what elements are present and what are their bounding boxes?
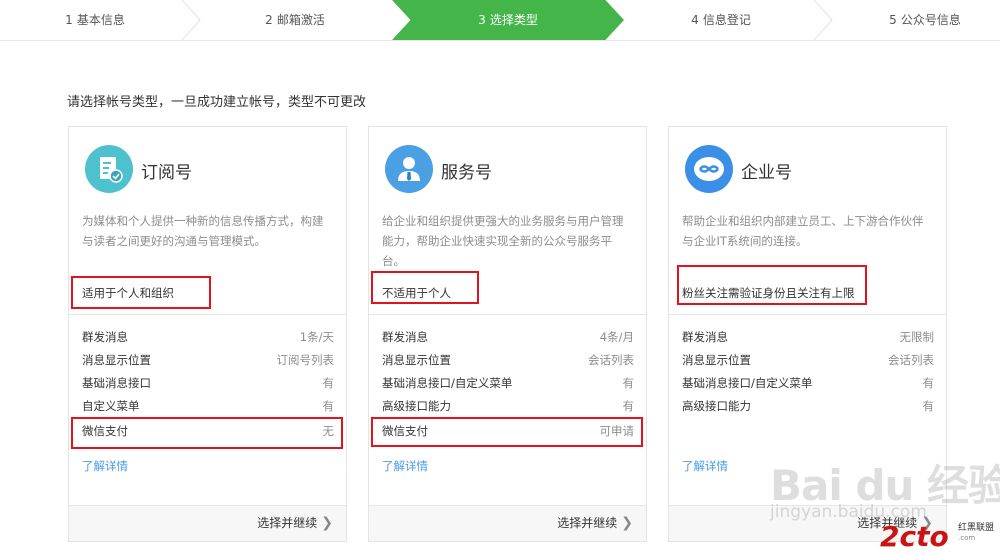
- divider: [69, 314, 346, 315]
- feature-value: 订阅号列表: [276, 353, 335, 367]
- account-type-card-subscription: 订阅号 为媒体和个人提供一种新的信息传播方式，构建与读者之间更好的沟通与管理模式…: [68, 126, 347, 542]
- feature-name: 基础消息接口/自定义菜单: [382, 376, 513, 390]
- account-type-card-service: 服务号 给企业和组织提供更强大的业务服务与用户管理能力，帮助企业快速实现全新的公…: [368, 126, 647, 542]
- step-4-label: 信息登记: [702, 13, 751, 27]
- feature-row: 群发消息 无限制: [682, 329, 934, 349]
- step-2-label: 邮箱激活: [276, 13, 325, 27]
- feature-row: 群发消息 4条/月: [382, 329, 634, 349]
- step-bar: 1 基本信息 2 邮箱激活 3 选择类型 4 信息登记 5 公众号信息: [0, 0, 1000, 41]
- feature-row: 基础消息接口 有: [82, 375, 334, 395]
- step-3-active: 3 选择类型: [392, 0, 624, 40]
- card-description: 为媒体和个人提供一种新的信息传播方式，构建与读者之间更好的沟通与管理模式。: [82, 214, 324, 248]
- instruction-text: 请选择帐号类型，一旦成功建立帐号，类型不可更改: [67, 95, 367, 110]
- feature-value: 有: [322, 376, 335, 390]
- feature-name: 群发消息: [682, 330, 728, 344]
- step-2-num: 2: [265, 13, 273, 27]
- step-4-num: 4: [691, 13, 699, 27]
- feature-name: 基础消息接口: [82, 376, 151, 390]
- learn-more-link[interactable]: 了解详情: [682, 458, 728, 474]
- feature-name: 消息显示位置: [682, 353, 751, 367]
- feature-name: 高级接口能力: [382, 399, 451, 413]
- feature-name: 消息显示位置: [382, 353, 451, 367]
- learn-more-link[interactable]: 了解详情: [382, 458, 428, 474]
- feature-value: 4条/月: [599, 330, 634, 344]
- highlight-box: [677, 265, 867, 305]
- highlight-box: [371, 417, 643, 447]
- select-continue-button[interactable]: 选择并继续 ❯: [557, 506, 633, 541]
- card-title: 订阅号: [141, 163, 192, 183]
- feature-row: 消息显示位置 订阅号列表: [82, 352, 334, 372]
- feature-row: 消息显示位置 会话列表: [382, 352, 634, 372]
- card-footer: 选择并继续 ❯: [69, 505, 346, 541]
- service-person-icon: [385, 145, 433, 193]
- feature-name: 基础消息接口/自定义菜单: [682, 376, 813, 390]
- chevron-right-icon: ❯: [321, 515, 333, 531]
- feature-name: 消息显示位置: [82, 353, 151, 367]
- feature-value: 有: [622, 399, 635, 413]
- step-1: 1 基本信息: [0, 0, 190, 40]
- step-5: 5 公众号信息: [830, 0, 1000, 40]
- card-footer: 选择并继续 ❯: [369, 505, 646, 541]
- select-continue-button[interactable]: 选择并继续 ❯: [257, 506, 333, 541]
- site-watermark-en: .com: [958, 534, 976, 542]
- feature-value: 1条/天: [299, 330, 334, 344]
- step-5-label: 公众号信息: [900, 13, 961, 27]
- feature-row: 消息显示位置 会话列表: [682, 352, 934, 372]
- baidu-watermark-url: jingyan.baidu.com: [770, 502, 927, 522]
- step-4: 4 信息登记: [626, 0, 816, 40]
- highlight-box: [71, 417, 343, 449]
- feature-row: 自定义菜单 有: [82, 398, 334, 418]
- site-watermark-cn: 红黑联盟: [958, 523, 995, 533]
- select-continue-label: 选择并继续: [557, 516, 618, 530]
- learn-more-link[interactable]: 了解详情: [82, 458, 128, 474]
- feature-value: 无限制: [899, 330, 935, 344]
- card-description: 帮助企业和组织内部建立员工、上下游合作伙伴与企业IT系统间的连接。: [682, 214, 924, 248]
- step-3-label: 选择类型: [489, 13, 538, 27]
- step-5-num: 5: [889, 13, 897, 27]
- select-continue-label: 选择并继续: [257, 516, 318, 530]
- feature-value: 有: [622, 376, 635, 390]
- card-title: 服务号: [441, 163, 492, 183]
- feature-row: 群发消息 1条/天: [82, 329, 334, 349]
- feature-value: 有: [922, 399, 935, 413]
- feature-name: 群发消息: [382, 330, 428, 344]
- card-description: 给企业和组织提供更强大的业务服务与用户管理能力，帮助企业快速实现全新的公众号服务…: [382, 214, 624, 268]
- site-watermark-logo: 2cto: [880, 520, 949, 553]
- card-title: 企业号: [741, 163, 792, 183]
- chevron-right-icon: ❯: [621, 515, 633, 531]
- feature-row: 基础消息接口/自定义菜单 有: [382, 375, 634, 395]
- divider: [369, 314, 646, 315]
- step-1-label: 基本信息: [76, 13, 125, 27]
- feature-value: 会话列表: [888, 353, 934, 367]
- divider: [669, 314, 946, 315]
- step-3-num: 3: [478, 13, 486, 27]
- highlight-box: [71, 276, 211, 309]
- feature-row: 高级接口能力 有: [682, 398, 934, 418]
- step-1-num: 1: [65, 13, 73, 27]
- feature-name: 自定义菜单: [82, 399, 140, 413]
- feature-value: 有: [322, 399, 335, 413]
- feature-name: 高级接口能力: [682, 399, 751, 413]
- highlight-box: [371, 271, 479, 304]
- feature-value: 会话列表: [588, 353, 634, 367]
- subscription-doc-icon: [85, 145, 133, 193]
- feature-value: 有: [922, 376, 935, 390]
- step-2: 2 邮箱激活: [200, 0, 390, 40]
- enterprise-link-icon: [685, 145, 733, 193]
- feature-row: 基础消息接口/自定义菜单 有: [682, 375, 934, 395]
- feature-name: 群发消息: [82, 330, 128, 344]
- feature-row: 高级接口能力 有: [382, 398, 634, 418]
